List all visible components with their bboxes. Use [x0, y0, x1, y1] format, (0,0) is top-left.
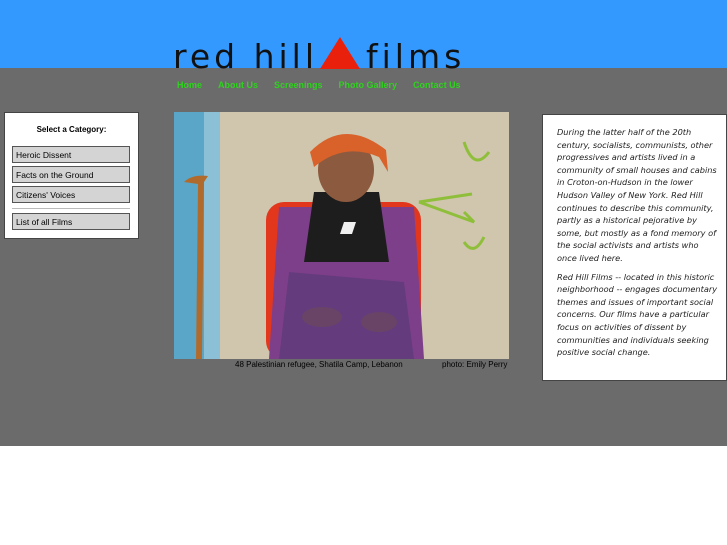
category-panel: Select a Category: Heroic Dissent Facts …: [4, 112, 139, 239]
main-nav: Home About Us Screenings Photo Gallery C…: [177, 80, 461, 90]
logo-text-right: films: [366, 37, 466, 76]
refugee-portrait-image: [174, 112, 509, 359]
intro-paragraph-2: Red Hill Films -- located in this histor…: [557, 271, 718, 358]
featured-photo: [174, 112, 509, 359]
nav-screenings[interactable]: Screenings: [274, 80, 323, 90]
photo-caption: 48 Palestinian refugee, Shatila Camp, Le…: [235, 360, 403, 369]
category-title: Select a Category:: [36, 125, 107, 134]
site-logo[interactable]: red hill films: [173, 33, 465, 73]
nav-photo-gallery[interactable]: Photo Gallery: [339, 80, 398, 90]
category-heroic-dissent[interactable]: Heroic Dissent: [12, 146, 130, 163]
category-divider: [12, 208, 130, 209]
category-citizens-voices[interactable]: Citizens' Voices: [12, 186, 130, 203]
nav-home[interactable]: Home: [177, 80, 202, 90]
nav-contact-us[interactable]: Contact Us: [413, 80, 461, 90]
intro-paragraph-1: During the latter half of the 20th centu…: [557, 127, 717, 263]
category-facts-on-the-ground[interactable]: Facts on the Ground: [12, 166, 130, 183]
intro-panel: During the latter half of the 20th centu…: [542, 114, 727, 381]
category-all-films[interactable]: List of all Films: [12, 213, 130, 230]
logo-text-left: red hill: [173, 37, 319, 76]
photo-credit: photo: Emily Perry: [442, 360, 508, 369]
nav-about-us[interactable]: About Us: [218, 80, 258, 90]
triangle-logo-icon: [320, 37, 361, 69]
